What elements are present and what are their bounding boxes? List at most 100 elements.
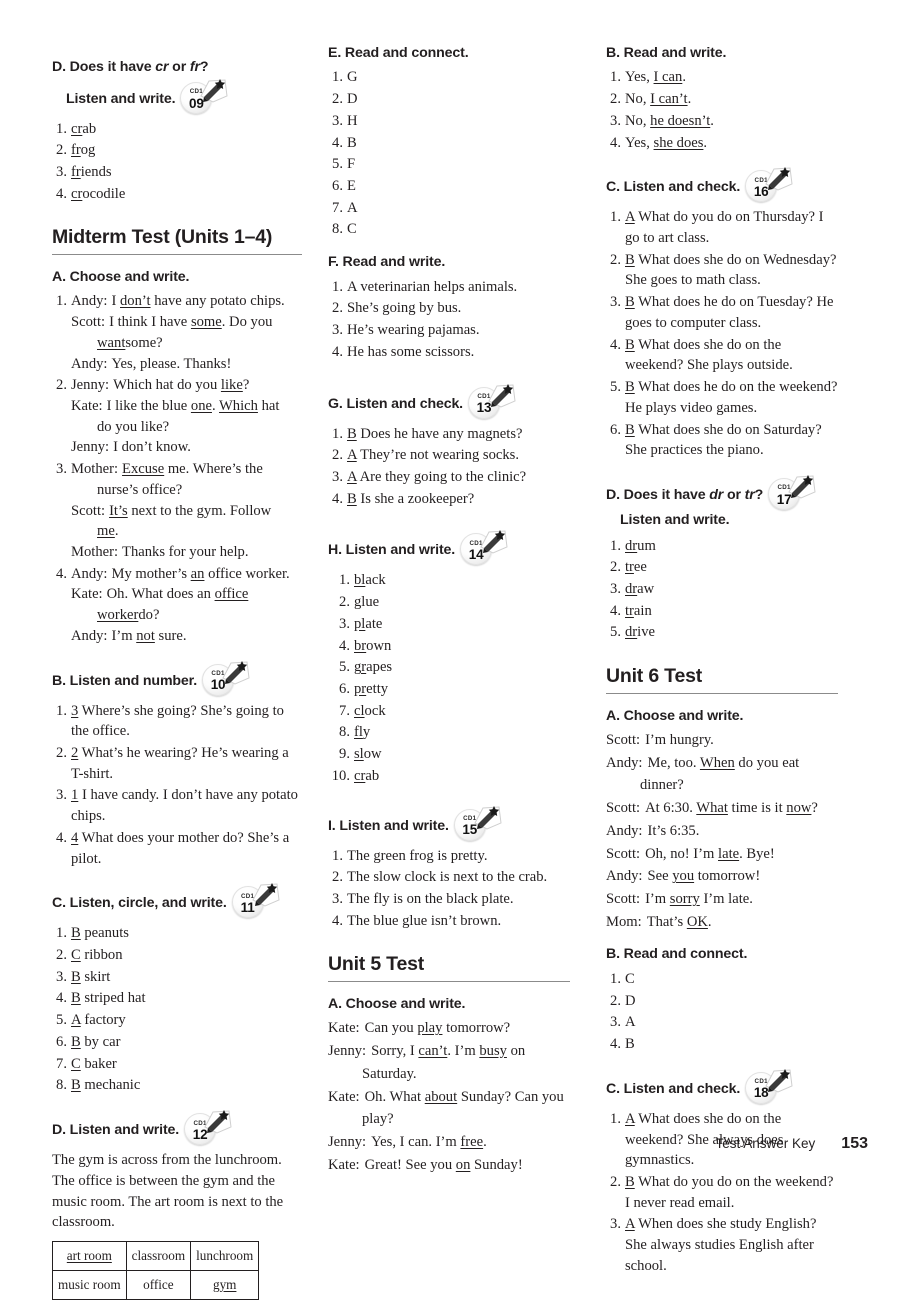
section-heading-u6-a-choose-write: A. Choose and write. (606, 707, 744, 724)
answer-underlined: B (625, 294, 635, 311)
footer-label: Test Answer Key (715, 1136, 816, 1151)
section-heading-u5-c-listen-check: C. Listen and check. CD1 16 (606, 166, 838, 203)
list-item: 2. B What does she do on Wednesday? She g… (610, 251, 837, 289)
answer-underlined: dr (625, 580, 638, 597)
answer-underlined: free (460, 1133, 484, 1150)
heading-italic-fr: fr (189, 59, 200, 75)
list-item: 1. B Does he have any magnets? (332, 425, 523, 442)
list-item: 6. E (332, 178, 356, 195)
dialogue-line: Andy: I’m not sure. (71, 627, 187, 644)
dialogue-line: Kate: Can you play tomorrow? (328, 1020, 511, 1037)
answer-underlined: on (455, 1156, 471, 1173)
list-item: 2. The slow clock is next to the crab. (332, 869, 548, 886)
dialogue-line: Jenny: Yes, I can. I’m free. (328, 1133, 487, 1150)
dialogue-line: Jenny: Which hat do you like? (71, 377, 250, 394)
list-item: 1. black (339, 572, 386, 589)
dialogue-line: Scott: I’m sorry I’m late. (606, 891, 753, 908)
list-item: 3. He’s wearing pajamas. (332, 322, 480, 339)
dialogue-line-cont: want some? (71, 333, 302, 354)
three-column-layout: D. Does it have cr or fr? Listen and wri… (52, 44, 868, 1300)
answer-list-a-dialogues: 1. Andy: I don’t have any potato chips. S… (52, 291, 302, 646)
answer-underlined: B (71, 925, 81, 942)
answer-underlined: fr (71, 142, 81, 159)
answer-list-u6-b: 1. C 2. D 3. A 4. B (606, 969, 838, 1055)
list-item: 3. draw (610, 580, 655, 597)
section-heading-b-listen-number: B. Listen and number. CD1 10 (52, 660, 302, 696)
dialogue-line: Mother: Excuse me. Where’s the (71, 461, 263, 478)
list-item: 8. fly (339, 724, 371, 741)
dialogue-line-cont: Saturday. (362, 1065, 417, 1082)
dialogue-line: Andy: Yes, please. Thanks! (71, 355, 232, 372)
dialogue-line: Jenny: I don’t know. (71, 439, 191, 456)
answer-list-u5-b: 1. Yes, I can. 2. No, I can’t. 3. No, he do… (606, 67, 838, 153)
dialogue-line: Kate: Great! See you on Sunday! (328, 1156, 523, 1173)
dialogue-line: Andy: Me, too. When do you eat (606, 754, 800, 771)
dialogue-u6-a: Scott: I’m hungry. Andy: Me, too. When do … (606, 730, 838, 932)
table-row: music room office gym (52, 1269, 260, 1300)
listening-passage: The gym is across from the lunchroom. Th… (52, 1152, 284, 1231)
list-item: 5. A factory (56, 1012, 126, 1029)
answer-underlined: A (347, 468, 357, 485)
list-item: 7. clock (339, 702, 386, 719)
section-heading-u5-a-choose-write: A. Choose and write. (328, 995, 466, 1012)
answer-underlined: It’s (109, 502, 128, 519)
list-item: 4. B (332, 134, 357, 151)
dialogue-line: Scott: It’s next to the gym. Follow (71, 502, 272, 519)
answer-underlined: bl (354, 572, 366, 589)
list-item: 2. D (332, 91, 358, 108)
dialogue-line-cont: nurse’s office? (97, 481, 183, 498)
answer-underlined: an (190, 565, 205, 582)
dialogue-u5-a: Kate: Can you play tomorrow? Jenny: Sorry,… (328, 1018, 570, 1175)
answer-underlined: can’t (418, 1043, 448, 1060)
list-item: 4. B What does she do on the weekend? She… (610, 336, 793, 374)
heading-question-mark: ? (199, 59, 209, 75)
heading-listen-and-write: Listen and write. (620, 511, 730, 528)
column-one: D. Does it have cr or fr? Listen and wri… (52, 44, 320, 1300)
answer-list-d-top: 1. crab 2. frog 3. friends 4. crocodile (52, 119, 302, 205)
answer-underlined: not (136, 627, 155, 644)
answer-underlined: What (696, 800, 728, 817)
cd-track-icon: CD1 17 (767, 474, 817, 510)
list-item: 2. tree (610, 559, 647, 576)
list-item: 1. B peanuts (56, 925, 129, 942)
answer-underlined: br (354, 637, 367, 654)
list-item: 3. B What does he do on Tuesday? He goes … (610, 294, 834, 331)
answer-underlined: A (625, 1110, 635, 1127)
answer-underlined: me (97, 523, 115, 540)
section-heading-a-choose-write: A. Choose and write. (52, 268, 190, 285)
answer-underlined: A (625, 1216, 635, 1233)
list-item: 3. plate (339, 615, 383, 632)
section-heading-i-listen-write: I. Listen and write. CD1 15 (328, 805, 570, 841)
answer-underlined: OK (686, 913, 708, 930)
heading-text: D. Does it have (52, 59, 156, 75)
page-footer: Test Answer Key 153 (716, 1135, 869, 1153)
list-item: 2. A They’re not wearing socks. (332, 447, 519, 464)
dialogue-line-cont: dinner? (640, 777, 684, 794)
table-cell: gym (190, 1269, 260, 1300)
answer-underlined: tr (625, 602, 634, 619)
list-item: 7. A (332, 199, 358, 216)
list-item: 4. Andy: My mother’s an office worker. Ka… (52, 564, 302, 647)
list-item: 1. C (610, 970, 635, 987)
list-item: 6. B by car (56, 1033, 121, 1050)
dialogue-line-cont: worker do? (71, 605, 302, 626)
list-item: 5. drive (610, 624, 656, 641)
list-item: 2. B What do you do on the weekend? I nev… (610, 1173, 834, 1211)
answer-underlined: like (220, 377, 243, 394)
list-item: 4. Yes, she does. (610, 134, 708, 151)
answer-underlined: fr (71, 164, 81, 181)
list-item: 1. drum (610, 537, 656, 554)
cd-track-icon: CD1 13 (467, 383, 517, 419)
list-item: 9. slow (339, 746, 382, 763)
list-item: 1. The green frog is pretty. (332, 847, 488, 864)
answer-list-e: 1. G 2. D 3. H 4. B 5. F 6. E 7. A 8. C (328, 67, 570, 240)
answer-underlined: some (190, 314, 222, 331)
answer-underlined: I can (653, 69, 683, 86)
list-item: 4. crocodile (56, 185, 126, 202)
answer-list-h: 1. black 2. glue 3. plate 4. brown 5. grapes … (328, 570, 570, 786)
answer-underlined: one (190, 397, 212, 414)
list-item: 2. She’s going by bus. (332, 300, 462, 317)
answer-underlined: pr (354, 681, 367, 697)
list-item: 6. B What does she do on Saturday? She pr… (610, 421, 822, 459)
answer-underlined: B (347, 425, 357, 442)
